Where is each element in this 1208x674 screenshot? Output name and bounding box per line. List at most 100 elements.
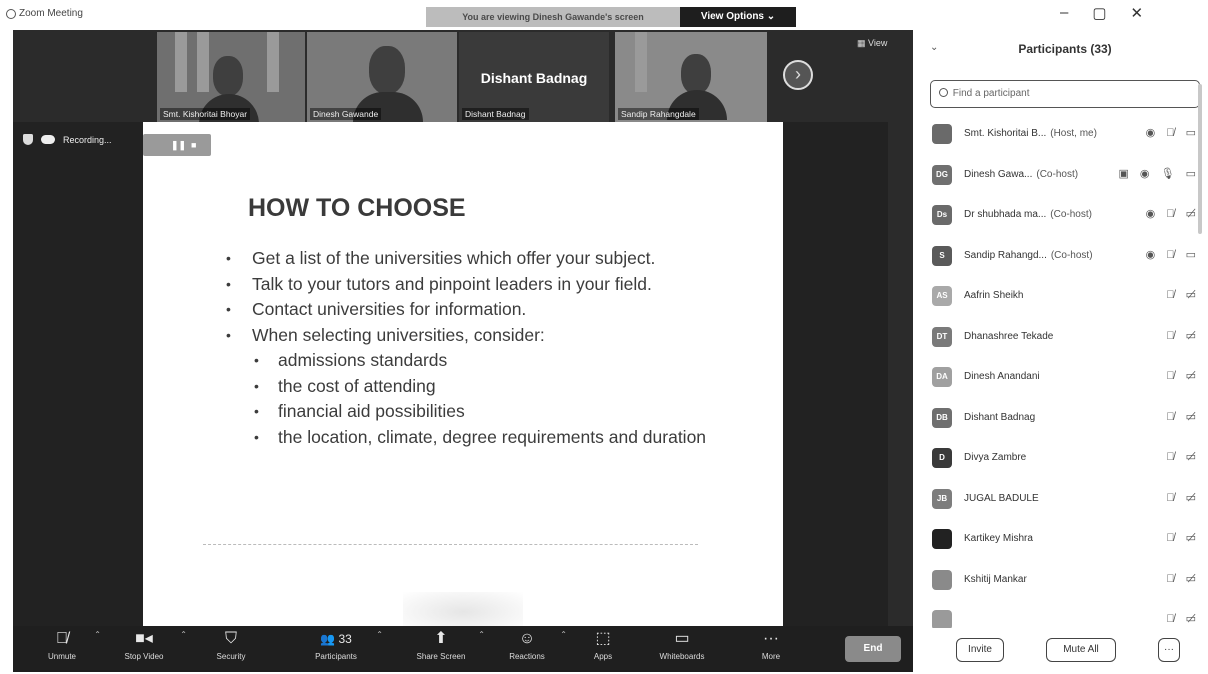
stop-recording-icon[interactable]: ■ bbox=[191, 140, 201, 150]
whiteboard-icon: ▭ bbox=[674, 630, 690, 647]
security-button[interactable]: ⛉ Security bbox=[205, 630, 257, 661]
panel-footer: Invite Mute All ··· bbox=[922, 626, 1208, 674]
chevron-up-icon[interactable]: ⌃ bbox=[376, 630, 383, 639]
participant-status-icons[interactable]: 🎙̸ ▭̸ bbox=[1166, 450, 1200, 463]
more-options-icon[interactable]: ··· bbox=[1158, 638, 1180, 662]
participant-status-icons[interactable]: ◉ 🎙̸ ▭ bbox=[1146, 126, 1200, 139]
stop-video-button[interactable]: ■◂ Stop Video ⌃ bbox=[113, 630, 188, 661]
chevron-up-icon[interactable]: ⌃ bbox=[180, 630, 187, 639]
chevron-up-icon[interactable]: ⌃ bbox=[478, 630, 485, 639]
slide-bullet: Talk to your tutors and pinpoint leaders… bbox=[226, 272, 746, 298]
participant-status-icons[interactable]: 🎙̸ ▭̸ bbox=[1166, 288, 1200, 301]
maximize-icon[interactable]: ▢ bbox=[1092, 4, 1106, 22]
video-thumbnail[interactable]: Dinesh Gawande bbox=[307, 32, 457, 122]
participant-row[interactable]: 🎙̸ ▭̸ bbox=[930, 602, 1204, 628]
apps-button[interactable]: ⬚ Apps bbox=[583, 630, 623, 661]
participant-name-text: Sandip Rahangd... bbox=[964, 249, 1047, 261]
participant-row[interactable]: Kshitij Mankar 🎙̸ ▭̸ bbox=[930, 562, 1204, 603]
minimize-icon[interactable]: – bbox=[1060, 4, 1068, 22]
participant-role: (Co-host) bbox=[1050, 249, 1093, 261]
panel-title: Participants (33) bbox=[1018, 42, 1112, 56]
thumbnail-name: Dishant Badnag bbox=[462, 108, 529, 120]
title-bar: Zoom Meeting You are viewing Dinesh Gawa… bbox=[0, 0, 1208, 30]
search-placeholder: Find a participant bbox=[952, 88, 1030, 99]
participant-row[interactable]: Smt. Kishoritai B... (Host, me) ◉ 🎙̸ ▭ bbox=[930, 116, 1204, 157]
pause-recording-icon[interactable]: ❚❚ bbox=[171, 140, 186, 150]
participant-name-text: Smt. Kishoritai B... bbox=[964, 128, 1047, 139]
participant-status-icons[interactable]: 🎙̸ ▭̸ bbox=[1166, 531, 1200, 544]
participant-status-icons[interactable]: ◉ 🎙̸ ▭̸ bbox=[1146, 207, 1200, 220]
participant-row[interactable]: DA Dinesh Anandani 🎙̸ ▭̸ bbox=[930, 359, 1204, 400]
whiteboards-button[interactable]: ▭ Whiteboards bbox=[649, 630, 715, 661]
whiteboards-label: Whiteboards bbox=[659, 652, 705, 661]
participant-row[interactable]: S Sandip Rahangd... (Co-host) ◉ 🎙̸ ▭ bbox=[930, 238, 1204, 279]
mute-all-button[interactable]: Mute All bbox=[1046, 638, 1116, 662]
avatar: D bbox=[932, 448, 952, 468]
view-options-button[interactable]: View Options ⌄ bbox=[680, 7, 796, 27]
participant-status-icons[interactable]: 🎙̸ ▭̸ bbox=[1166, 329, 1200, 342]
slide-title: HOW TO CHOOSE bbox=[248, 194, 466, 222]
participant-name: Smt. Kishoritai B... (Host, me) bbox=[964, 128, 1097, 139]
thumbnail-name: Smt. Kishoritai Bhoyar bbox=[160, 108, 251, 120]
meeting-toolbar: 🎙̸ Unmute ⌃ ■◂ Stop Video ⌃ ⛉ Security 👥… bbox=[13, 626, 913, 672]
more-button[interactable]: ··· More bbox=[753, 630, 789, 661]
video-thumbnail[interactable]: Smt. Kishoritai Bhoyar bbox=[157, 32, 305, 122]
participant-row[interactable]: DB Dishant Badnag 🎙̸ ▭̸ bbox=[930, 400, 1204, 441]
participant-status-icons[interactable]: 🎙̸ ▭̸ bbox=[1166, 572, 1200, 585]
participant-row[interactable]: Kartikey Mishra 🎙̸ ▭̸ bbox=[930, 521, 1204, 562]
app-title: Zoom Meeting bbox=[6, 8, 83, 19]
zoom-logo-icon bbox=[6, 8, 16, 19]
view-button[interactable]: ▦ View bbox=[857, 38, 887, 49]
participant-search-input[interactable]: Find a participant bbox=[930, 80, 1200, 108]
avatar bbox=[932, 529, 952, 549]
participant-status-icons[interactable]: 🎙̸ ▭̸ bbox=[1166, 612, 1200, 625]
participant-list-scrollbar[interactable] bbox=[1198, 84, 1202, 234]
participant-name: Dr shubhada ma... (Co-host) bbox=[964, 209, 1092, 220]
chevron-up-icon[interactable]: ⌃ bbox=[94, 630, 101, 639]
active-speaker-name: Dishant Badnag bbox=[480, 70, 588, 86]
participant-name-text: Dhanashree Tekade bbox=[964, 330, 1054, 342]
participant-row[interactable]: Ds Dr shubhada ma... (Co-host) ◉ 🎙̸ ▭̸ bbox=[930, 197, 1204, 238]
shared-screen-slide: HOW TO CHOOSE Get a list of the universi… bbox=[143, 122, 783, 632]
participant-name-text: Dinesh Anandani bbox=[964, 371, 1040, 382]
slide-bullet: Contact universities for information. bbox=[226, 297, 746, 323]
participants-panel: ⌄ Participants (33) Find a participant S… bbox=[922, 30, 1208, 674]
meeting-area: Smt. Kishoritai Bhoyar Dinesh Gawande Di… bbox=[13, 30, 913, 632]
apps-label: Apps bbox=[593, 652, 613, 661]
close-icon[interactable]: ✕ bbox=[1131, 4, 1144, 22]
participant-row[interactable]: D Divya Zambre 🎙̸ ▭̸ bbox=[930, 440, 1204, 481]
video-thumbnail[interactable]: Sandip Rahangdale bbox=[615, 32, 767, 122]
participant-row[interactable]: AS Aafrin Sheikh 🎙̸ ▭̸ bbox=[930, 278, 1204, 319]
participant-status-icons[interactable]: ▣ ◉ 🎙 ▭ bbox=[1118, 167, 1200, 180]
participant-name-text: Aafrin Sheikh bbox=[964, 290, 1024, 301]
participant-row[interactable]: DT Dhanashree Tekade 🎙̸ ▭̸ bbox=[930, 319, 1204, 360]
end-meeting-button[interactable]: End bbox=[845, 636, 901, 662]
more-label: More bbox=[761, 652, 781, 661]
participant-name: JUGAL BADULE bbox=[964, 493, 1043, 504]
participant-status-icons[interactable]: ◉ 🎙̸ ▭ bbox=[1146, 248, 1200, 261]
invite-button[interactable]: Invite bbox=[956, 638, 1004, 662]
chevron-up-icon[interactable]: ⌃ bbox=[560, 630, 567, 639]
avatar: S bbox=[932, 245, 952, 266]
participant-name-text: Kartikey Mishra bbox=[964, 533, 1033, 544]
video-thumbnail[interactable]: Dishant Badnag Dishant Badnag bbox=[459, 32, 609, 122]
participant-name bbox=[964, 614, 968, 625]
avatar: Ds bbox=[932, 205, 952, 225]
participant-status-icons[interactable]: 🎙̸ ▭̸ bbox=[1166, 369, 1200, 382]
participant-name: Kartikey Mishra bbox=[964, 533, 1037, 544]
left-letterbox bbox=[13, 122, 143, 626]
participant-row[interactable]: JB JUGAL BADULE 🎙̸ ▭̸ bbox=[930, 481, 1204, 522]
reactions-button[interactable]: ☺ Reactions ⌃ bbox=[499, 630, 567, 661]
participants-button[interactable]: 👥 33 Participants ⌃ bbox=[301, 630, 383, 661]
participant-status-icons[interactable]: 🎙̸ ▭̸ bbox=[1166, 410, 1200, 423]
participant-row[interactable]: DG Dinesh Gawa... (Co-host) ▣ ◉ 🎙 ▭ bbox=[930, 157, 1204, 198]
reactions-icon: ☺ bbox=[518, 630, 536, 647]
unmute-button[interactable]: 🎙̸ Unmute ⌃ bbox=[35, 630, 101, 661]
next-page-arrow-icon[interactable]: › bbox=[783, 60, 813, 90]
slide-bullet-list: Get a list of the universities which off… bbox=[226, 246, 746, 450]
share-screen-button[interactable]: ⬆ Share Screen ⌃ bbox=[409, 630, 485, 661]
avatar: DT bbox=[932, 326, 952, 347]
participant-status-icons[interactable]: 🎙̸ ▭̸ bbox=[1166, 491, 1200, 504]
avatar: JB bbox=[932, 488, 952, 509]
shield-icon bbox=[23, 134, 33, 145]
